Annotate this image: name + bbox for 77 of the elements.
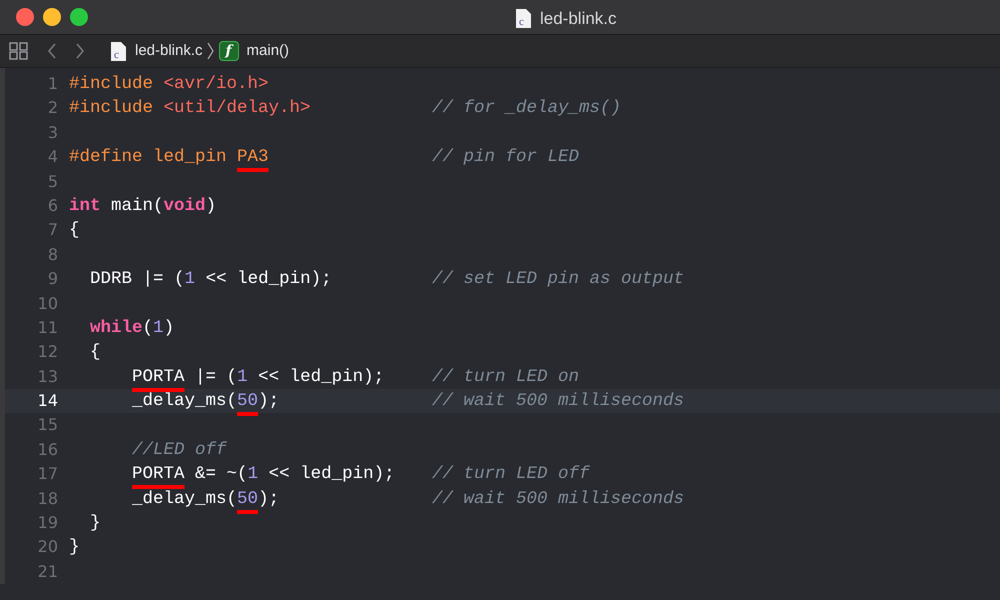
breadcrumb-symbol[interactable]: main() bbox=[246, 40, 290, 62]
code-token: ); bbox=[258, 488, 280, 511]
code-token: #include bbox=[69, 97, 154, 120]
code-token: &= ~( bbox=[195, 463, 248, 486]
line-number: 6 bbox=[46, 194, 59, 217]
breadcrumb-file[interactable]: led-blink.c bbox=[135, 40, 203, 62]
zoom-button[interactable] bbox=[70, 8, 88, 26]
code-token: << led_pin); bbox=[268, 463, 395, 486]
code-token: << led_pin); bbox=[258, 366, 384, 389]
code-token: } bbox=[90, 512, 101, 536]
line-number: 21 bbox=[36, 560, 59, 583]
code-token: } bbox=[69, 536, 80, 560]
code-comment: // pin for LED bbox=[432, 146, 580, 170]
line-number: 2 bbox=[46, 97, 59, 120]
code-token: |= ( bbox=[195, 366, 238, 389]
line-number: 11 bbox=[36, 316, 59, 339]
code-token: main( bbox=[111, 194, 164, 218]
code-token: 1 bbox=[248, 463, 258, 486]
minimize-button[interactable] bbox=[43, 8, 61, 26]
code-token: _delay_ms( bbox=[132, 390, 238, 414]
code-token: 1 bbox=[184, 268, 196, 292]
code-comment: // wait 500 milliseconds bbox=[432, 488, 684, 511]
code-token: ) bbox=[206, 194, 216, 218]
line-number: 16 bbox=[36, 438, 59, 461]
code-comment: // set LED pin as output bbox=[432, 268, 684, 292]
function-icon: f bbox=[218, 41, 239, 61]
code-token: <util/delay.h> bbox=[164, 97, 311, 120]
code-token: while bbox=[90, 316, 143, 340]
line-number: 10 bbox=[36, 292, 59, 315]
line-number: 19 bbox=[36, 512, 59, 534]
line-number: 17 bbox=[36, 463, 59, 486]
back-icon[interactable] bbox=[46, 42, 58, 60]
line-number: 14 bbox=[36, 390, 59, 412]
code-token: { bbox=[90, 341, 101, 364]
line-number: 9 bbox=[46, 268, 59, 290]
forward-icon[interactable] bbox=[74, 42, 86, 60]
code-token: _delay_ms( bbox=[132, 488, 238, 511]
window-title: led-blink.c bbox=[540, 8, 617, 30]
line-number: 1 bbox=[46, 73, 59, 95]
code-comment: // for _delay_ms() bbox=[432, 97, 622, 120]
code-token: ( bbox=[142, 316, 154, 340]
code-token: << led_pin); bbox=[206, 268, 332, 292]
code-comment: // turn LED on bbox=[432, 366, 580, 389]
code-token: #include bbox=[69, 73, 154, 96]
code-token: ) bbox=[164, 316, 174, 340]
c-file-icon: c bbox=[110, 40, 127, 62]
line-number: 18 bbox=[36, 488, 59, 510]
code-token: 1 bbox=[153, 316, 164, 340]
code-token: <avr/io.h> bbox=[164, 73, 269, 96]
code-token: ); bbox=[258, 390, 280, 414]
code-comment: // turn LED off bbox=[432, 463, 590, 486]
grid-icon[interactable] bbox=[8, 41, 30, 61]
line-number: 8 bbox=[46, 244, 59, 266]
line-number: 7 bbox=[46, 219, 59, 242]
close-button[interactable] bbox=[16, 8, 34, 26]
code-token: 50 bbox=[237, 488, 258, 511]
code-token: 1 bbox=[237, 366, 248, 389]
code-token: void bbox=[164, 194, 206, 218]
line-number: 13 bbox=[36, 366, 59, 388]
code-token: #define led_pin bbox=[69, 146, 228, 170]
line-number: 12 bbox=[36, 341, 59, 364]
code-token: PORTA bbox=[132, 366, 185, 389]
c-file-icon: c bbox=[515, 8, 532, 30]
code-token: int bbox=[69, 194, 101, 218]
line-number: 15 bbox=[36, 414, 59, 436]
code-token: { bbox=[69, 219, 80, 242]
line-number: 4 bbox=[46, 146, 59, 168]
code-token: DDRB |= ( bbox=[90, 268, 185, 292]
code-token: 50 bbox=[237, 390, 258, 414]
line-number: 20 bbox=[36, 536, 59, 558]
code-comment: // wait 500 milliseconds bbox=[432, 390, 684, 414]
chevron-icon bbox=[206, 41, 215, 61]
code-token: PORTA bbox=[132, 463, 185, 486]
code-token: PA3 bbox=[237, 146, 269, 170]
code-comment: //LED off bbox=[132, 438, 227, 462]
line-number: 3 bbox=[46, 122, 59, 144]
line-number: 5 bbox=[46, 170, 59, 193]
